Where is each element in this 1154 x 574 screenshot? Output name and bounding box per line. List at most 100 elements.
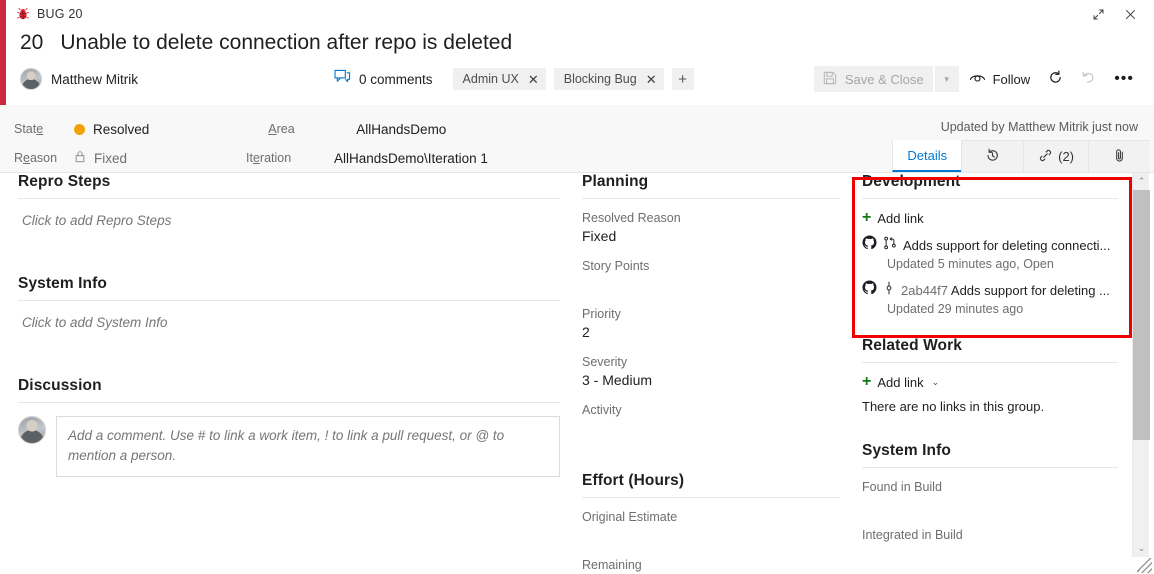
tab-details-label: Details bbox=[907, 148, 948, 163]
divider bbox=[18, 402, 560, 403]
section-system-info-left: System Info Click to add System Info bbox=[18, 275, 560, 330]
related-work-title: Related Work bbox=[862, 337, 962, 354]
work-item-field-strip: State Resolved Area AllHandsDemo Reason bbox=[0, 105, 1154, 173]
undo-button[interactable] bbox=[1073, 66, 1104, 92]
discussion-title: Discussion bbox=[18, 377, 102, 394]
story-points-value[interactable] bbox=[582, 276, 840, 295]
field-row-reason-iteration: Reason Fixed Iteration AllHandsDemo\Iter… bbox=[14, 144, 488, 173]
save-and-close-button[interactable]: Save & Close bbox=[813, 66, 933, 92]
assigned-to[interactable]: Matthew Mitrik bbox=[20, 68, 138, 90]
development-add-link-button[interactable]: + Add link bbox=[862, 210, 1118, 226]
effort-title: Effort (Hours) bbox=[582, 472, 685, 489]
area-field-label: Area bbox=[268, 122, 295, 136]
iteration-field-label: Iteration bbox=[246, 151, 292, 165]
tab-attachments[interactable] bbox=[1088, 140, 1150, 172]
tab-links[interactable]: (2) bbox=[1023, 140, 1088, 172]
tag-remove-icon[interactable]: ✕ bbox=[528, 73, 539, 86]
divider bbox=[582, 497, 840, 498]
priority-value[interactable]: 2 bbox=[582, 324, 840, 343]
system-info-input[interactable]: Click to add System Info bbox=[18, 301, 560, 330]
iteration-field-value[interactable]: AllHandsDemo\Iteration 1 bbox=[334, 151, 488, 166]
commit-sha: 2ab44f7 bbox=[901, 282, 948, 298]
plus-icon: + bbox=[862, 373, 872, 390]
severity-value[interactable]: 3 - Medium bbox=[582, 372, 840, 391]
dialog-titlebar: BUG 20 bbox=[6, 0, 1154, 28]
planning-title: Planning bbox=[582, 173, 649, 190]
section-system-info-right: System Info Found in Build Integrated in… bbox=[862, 442, 1118, 564]
development-link-title[interactable]: Adds support for deleting connecti... bbox=[903, 238, 1110, 253]
column-middle: Planning Resolved Reason Fixed Story Poi… bbox=[582, 173, 840, 574]
tag-item[interactable]: Admin UX ✕ bbox=[452, 68, 546, 90]
column-left: Repro Steps Click to add Repro Steps Sys… bbox=[18, 173, 560, 477]
window-controls bbox=[1084, 1, 1154, 27]
history-icon bbox=[985, 148, 1000, 166]
activity-value[interactable] bbox=[582, 420, 840, 439]
close-icon[interactable] bbox=[1116, 1, 1144, 27]
scroll-up-arrow-icon[interactable]: ⌃ bbox=[1133, 173, 1150, 190]
avatar bbox=[20, 68, 42, 90]
comment-input[interactable]: Add a comment. Use # to link a work item… bbox=[56, 416, 560, 477]
development-link-row[interactable]: 2ab44f7 Adds support for deleting ... bbox=[862, 280, 1118, 300]
save-and-close-label: Save & Close bbox=[844, 71, 924, 87]
scrollbar-thumb[interactable] bbox=[1133, 190, 1150, 440]
state-field-value[interactable]: Resolved bbox=[74, 122, 149, 137]
story-points-label: Story Points bbox=[582, 259, 650, 273]
comment-icon bbox=[334, 69, 351, 89]
bug-icon bbox=[16, 7, 30, 21]
work-item-meta-row: Matthew Mitrik 0 comments Admin UX ✕ Blo… bbox=[6, 55, 1154, 95]
plus-icon: + bbox=[862, 209, 872, 226]
section-development: Development + Add link Adds support for … bbox=[862, 173, 1118, 316]
area-field-value[interactable]: AllHandsDemo bbox=[356, 122, 446, 137]
comments-button[interactable]: 0 comments bbox=[334, 69, 433, 89]
attachment-icon bbox=[1112, 148, 1127, 166]
column-right: Development + Add link Adds support for … bbox=[862, 173, 1118, 564]
resize-grip[interactable] bbox=[1137, 558, 1152, 573]
titlebar-identity: BUG 20 bbox=[6, 7, 83, 21]
remaining-label: Remaining bbox=[582, 558, 642, 572]
tag-label: Blocking Bug bbox=[563, 72, 637, 86]
divider bbox=[862, 198, 1118, 199]
tag-remove-icon[interactable]: ✕ bbox=[646, 73, 657, 86]
more-options-button[interactable]: ••• bbox=[1106, 66, 1142, 92]
detail-tabs: Details (2) bbox=[892, 140, 1150, 172]
link-icon bbox=[1038, 148, 1053, 166]
development-link-subtext: Updated 29 minutes ago bbox=[887, 302, 1024, 316]
follow-button[interactable]: Follow bbox=[961, 66, 1039, 92]
divider bbox=[862, 467, 1118, 468]
comments-count-label: 0 comments bbox=[359, 71, 433, 87]
tab-details[interactable]: Details bbox=[892, 140, 962, 172]
vertical-scrollbar[interactable]: ⌃ ⌄ bbox=[1132, 173, 1150, 557]
section-effort: Effort (Hours) Original Estimate Remaini… bbox=[582, 472, 840, 574]
scroll-down-arrow-icon[interactable]: ⌄ bbox=[1133, 540, 1150, 557]
related-work-empty-note: There are no links in this group. bbox=[862, 399, 1045, 414]
resolved-reason-value: Fixed bbox=[582, 228, 617, 244]
tab-links-count: (2) bbox=[1058, 149, 1074, 164]
add-tag-button[interactable]: + bbox=[671, 68, 694, 90]
development-link-subtext: Updated 5 minutes ago, Open bbox=[887, 257, 1054, 271]
integrated-in-build-value[interactable] bbox=[862, 545, 1118, 564]
priority-label: Priority bbox=[582, 307, 621, 321]
expand-icon[interactable] bbox=[1084, 1, 1112, 27]
repro-steps-input[interactable]: Click to add Repro Steps bbox=[18, 199, 560, 228]
development-title: Development bbox=[862, 173, 961, 190]
state-field-label: State bbox=[14, 122, 44, 136]
related-work-add-link-label: Add link bbox=[877, 374, 924, 390]
found-in-build-value[interactable] bbox=[862, 497, 1118, 516]
field-row-state-area: State Resolved Area AllHandsDemo bbox=[14, 115, 488, 144]
save-options-chevron-down-icon[interactable]: ▾ bbox=[934, 66, 959, 92]
work-item-header: 20 Unable to delete connection after rep… bbox=[6, 28, 1154, 105]
chevron-down-icon[interactable]: ⌄ bbox=[932, 377, 940, 388]
right-system-info-title: System Info bbox=[862, 442, 951, 459]
tab-history[interactable] bbox=[961, 140, 1024, 172]
tag-item[interactable]: Blocking Bug ✕ bbox=[553, 68, 664, 90]
original-estimate-value[interactable] bbox=[582, 527, 840, 546]
development-link-row[interactable]: Adds support for deleting connecti... bbox=[862, 235, 1118, 255]
activity-label: Activity bbox=[582, 403, 622, 417]
related-work-add-link-button[interactable]: + Add link ⌄ bbox=[862, 374, 1118, 390]
section-repro-steps: Repro Steps Click to add Repro Steps bbox=[18, 173, 560, 228]
page-title[interactable]: Unable to delete connection after repo i… bbox=[60, 31, 512, 55]
refresh-button[interactable] bbox=[1040, 66, 1071, 92]
reason-field-value: Fixed bbox=[74, 150, 127, 167]
development-link-title[interactable]: 2ab44f7 Adds support for deleting ... bbox=[901, 283, 1110, 298]
field-grid: State Resolved Area AllHandsDemo Reason bbox=[14, 115, 488, 173]
